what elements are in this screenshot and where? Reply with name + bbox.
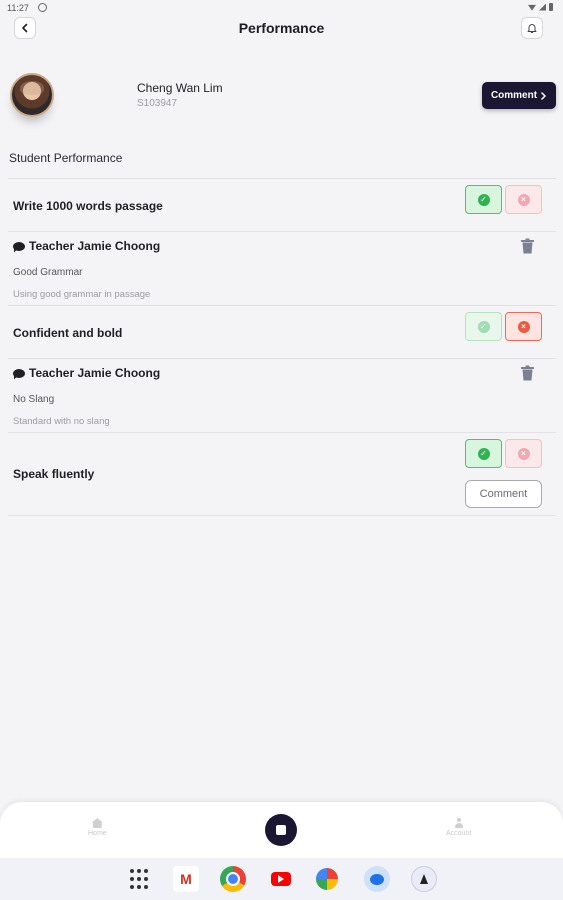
battery-icon — [549, 3, 553, 11]
app-icon[interactable] — [411, 866, 437, 892]
teacher-name: Teacher Jamie Choong — [29, 366, 161, 380]
status-time: 11:27 — [7, 3, 29, 13]
gmail-icon[interactable]: M — [173, 866, 199, 892]
bell-icon — [527, 24, 537, 33]
task-row: Confident and bold ✓ × — [8, 306, 556, 358]
x-circle-icon: × — [517, 320, 530, 333]
section-title: Student Performance — [9, 151, 123, 165]
nav-account[interactable]: Account — [446, 818, 471, 837]
chevron-right-icon — [541, 91, 546, 100]
student-name: Cheng Wan Lim — [137, 81, 223, 95]
reject-button[interactable]: × — [505, 439, 542, 468]
signal-icon — [539, 3, 546, 11]
reject-button[interactable]: × — [505, 185, 542, 214]
task-label: Write 1000 words passage — [13, 199, 163, 213]
approve-button[interactable]: ✓ — [465, 312, 502, 341]
youtube-icon[interactable] — [268, 866, 294, 892]
approve-button[interactable]: ✓ — [465, 185, 502, 214]
task-label: Confident and bold — [13, 326, 123, 340]
feedback-description: Standard with no slang — [13, 416, 110, 427]
trash-icon[interactable] — [520, 238, 535, 254]
check-circle-icon: ✓ — [477, 320, 490, 333]
add-comment-button[interactable]: Comment — [465, 480, 542, 508]
approve-button[interactable]: ✓ — [465, 439, 502, 468]
messages-icon[interactable] — [364, 866, 390, 892]
chat-icon — [13, 241, 25, 251]
clipboard-icon — [276, 825, 286, 835]
student-id: S103947 — [137, 98, 178, 109]
feedback-item: Teacher Jamie Choong No Slang Standard w… — [8, 359, 556, 432]
trash-icon[interactable] — [520, 365, 535, 381]
task-row: Speak fluently ✓ × Comment — [8, 433, 556, 515]
feedback-title: Good Grammar — [13, 267, 83, 278]
teacher-line: Teacher Jamie Choong — [13, 239, 160, 253]
wifi-icon — [528, 4, 536, 11]
app-drawer-icon[interactable] — [129, 869, 149, 889]
photos-icon[interactable] — [316, 868, 338, 890]
x-circle-icon: × — [517, 193, 530, 206]
nav-home-label: Home — [88, 830, 107, 837]
account-icon — [454, 818, 464, 828]
student-avatar — [10, 73, 54, 117]
notifications-button[interactable] — [521, 17, 543, 39]
divider — [8, 515, 556, 516]
x-circle-icon: × — [517, 447, 530, 460]
status-notification-icon — [38, 3, 47, 12]
check-circle-icon: ✓ — [477, 447, 490, 460]
teacher-name: Teacher Jamie Choong — [29, 239, 161, 253]
home-icon — [91, 818, 103, 828]
status-icons — [528, 3, 553, 11]
page-title: Performance — [238, 20, 325, 36]
student-profile: Cheng Wan Lim S103947 Comment — [10, 72, 556, 132]
chrome-icon[interactable] — [220, 866, 246, 892]
comment-button[interactable]: Comment — [482, 82, 556, 109]
comment-button-label: Comment — [490, 90, 538, 101]
header: Performance — [0, 14, 563, 42]
nav-account-label: Account — [446, 830, 472, 837]
center-action-button[interactable] — [265, 814, 297, 846]
feedback-title: No Slang — [13, 394, 55, 405]
system-dock: M — [0, 858, 563, 900]
nav-home[interactable]: Home — [88, 818, 107, 837]
task-label: Speak fluently — [13, 467, 95, 481]
task-row: Write 1000 words passage ✓ × — [8, 179, 556, 231]
reject-button[interactable]: × — [505, 312, 542, 341]
feedback-item: Teacher Jamie Choong Good Grammar Using … — [8, 232, 556, 305]
performance-list: Write 1000 words passage ✓ × Teacher Jam… — [8, 178, 556, 516]
feedback-description: Using good grammar in passage — [13, 289, 151, 300]
check-circle-icon: ✓ — [477, 193, 490, 206]
chat-icon — [13, 368, 25, 378]
bottom-navigation: Home Account — [0, 802, 563, 858]
teacher-line: Teacher Jamie Choong — [13, 366, 160, 380]
